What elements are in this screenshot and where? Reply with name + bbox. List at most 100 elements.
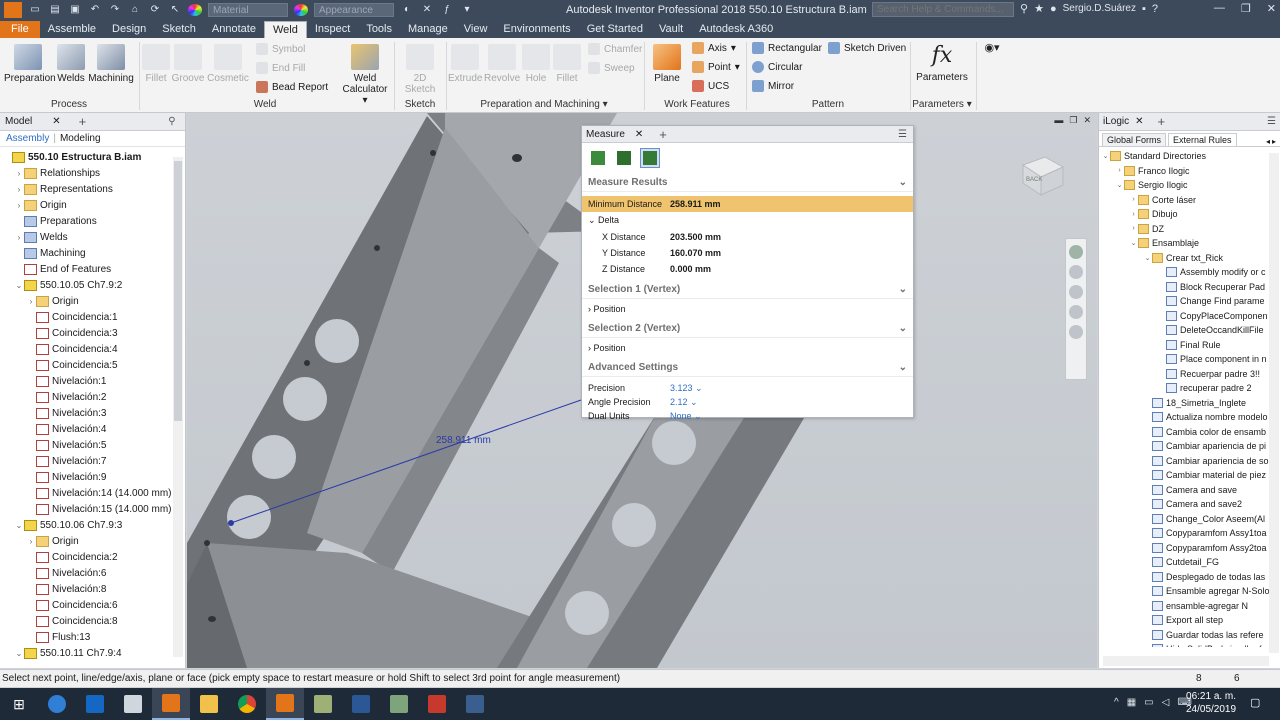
model-tab[interactable]: Model <box>5 116 32 127</box>
parameters-group-label[interactable]: Parameters ▾ <box>910 99 974 110</box>
adjust-icon[interactable]: ◐ <box>400 4 414 16</box>
expand-toggle-icon[interactable]: › <box>1129 196 1138 203</box>
selection-1-section[interactable]: Selection 1 (Vertex) ⌄ <box>582 280 913 299</box>
tree-node[interactable]: Nivelación:9 <box>0 469 185 485</box>
tab-design[interactable]: Design <box>104 21 154 38</box>
angle-precision-select[interactable]: 2.12 ⌄ <box>670 397 698 408</box>
tree-node[interactable]: Machining <box>0 245 185 261</box>
binoculars-icon[interactable]: ⚲ <box>1020 2 1028 15</box>
rule-item[interactable]: Change Find parame <box>1099 294 1280 309</box>
rules-horizontal-scrollbar[interactable] <box>1103 656 1269 666</box>
rule-folder[interactable]: ⌄ Sergio Ilogic <box>1099 178 1280 193</box>
rule-item[interactable]: Copyparamfom Assy1toa <box>1099 526 1280 541</box>
minimize-icon[interactable]: — <box>1214 2 1225 15</box>
selection-point-1[interactable] <box>228 520 234 526</box>
fillet-weld-button[interactable]: Fillet <box>142 42 170 84</box>
rule-item[interactable]: Camera and save <box>1099 483 1280 498</box>
rectangular-pattern-button[interactable]: Rectangular <box>752 42 822 54</box>
rule-item[interactable]: Cambia color de ensamb <box>1099 425 1280 440</box>
fillet-button[interactable]: Fillet <box>552 42 582 84</box>
rule-folder[interactable]: › Franco Ilogic <box>1099 164 1280 179</box>
search-input[interactable] <box>872 2 1014 17</box>
tab-manage[interactable]: Manage <box>400 21 456 38</box>
star-icon[interactable]: ★ <box>1034 2 1044 15</box>
tree-node[interactable]: ⌄ 550.10.05 Ch7.9:2 <box>0 277 185 293</box>
rule-item[interactable]: Cutdetail_FG <box>1099 555 1280 570</box>
tree-node[interactable]: › Origin <box>0 533 185 549</box>
menu-icon[interactable]: ☰ <box>898 129 907 140</box>
measure-distance-button[interactable] <box>588 148 608 168</box>
taskbar-word[interactable] <box>342 688 380 720</box>
rule-item[interactable]: 18_Simetria_Inglete <box>1099 396 1280 411</box>
expand-toggle-icon[interactable]: › <box>14 169 24 178</box>
home-icon[interactable]: ⌂ <box>128 4 142 16</box>
expand-toggle-icon[interactable]: › <box>14 201 24 210</box>
taskbar-photoshop[interactable] <box>114 688 152 720</box>
rule-folder[interactable]: › DZ <box>1099 222 1280 237</box>
tab-vault[interactable]: Vault <box>651 21 691 38</box>
tree-node[interactable]: › Welds <box>0 229 185 245</box>
tab-autodesk-a360[interactable]: Autodesk A360 <box>691 21 781 38</box>
close-icon[interactable]: ✕ <box>52 116 60 127</box>
expand-toggle-icon[interactable]: ⌄ <box>1101 152 1110 160</box>
taskbar-photos[interactable] <box>456 688 494 720</box>
rule-item[interactable]: Place component in n <box>1099 352 1280 367</box>
rule-item[interactable]: Camera and save2 <box>1099 497 1280 512</box>
tree-node[interactable]: Nivelación:7 <box>0 453 185 469</box>
measure-results-section[interactable]: Measure Results ⌄ <box>582 173 913 192</box>
rule-item[interactable]: Copyparamfom Assy2toa <box>1099 541 1280 556</box>
new-icon[interactable]: ▭ <box>28 4 42 16</box>
look-at-icon[interactable] <box>1069 325 1083 339</box>
browser-scrollbar[interactable] <box>173 157 183 657</box>
material-select[interactable]: Material <box>208 3 288 17</box>
symbol-button[interactable]: Symbol <box>256 43 305 55</box>
ribbon-options-button[interactable]: ◉▾ <box>980 41 1004 54</box>
expand-toggle-icon[interactable]: › <box>14 233 24 242</box>
global-forms-tab[interactable]: Global Forms <box>1102 133 1167 146</box>
circular-pattern-button[interactable]: Circular <box>752 61 802 73</box>
taskbar-inventor[interactable] <box>152 688 190 720</box>
tab-weld[interactable]: Weld <box>263 21 307 38</box>
rule-item[interactable]: Cambiar material de piez <box>1099 468 1280 483</box>
appearance-select[interactable]: Appearance <box>314 3 394 17</box>
taskbar-app-2[interactable] <box>380 688 418 720</box>
groove-button[interactable]: Groove <box>171 42 205 84</box>
bead-report-button[interactable]: Bead Report <box>256 81 328 93</box>
cosmetic-button[interactable]: Cosmetic <box>206 42 250 84</box>
rule-item[interactable]: CopyPlaceComponen <box>1099 309 1280 324</box>
expand-toggle-icon[interactable]: › <box>26 537 36 546</box>
tab-inspect[interactable]: Inspect <box>307 21 358 38</box>
user-name[interactable]: Sergio.D.Suárez <box>1063 3 1136 14</box>
external-rules-tab[interactable]: External Rules <box>1168 133 1237 146</box>
plane-button[interactable]: Plane <box>650 42 684 84</box>
volume-icon[interactable]: ◁ <box>1162 697 1170 708</box>
start-button[interactable]: ⊞ <box>0 688 38 720</box>
expand-toggle-icon[interactable]: › <box>1129 225 1138 232</box>
rule-folder[interactable]: ⌄ Ensamblaje <box>1099 236 1280 251</box>
tree-node[interactable]: Nivelación:5 <box>0 437 185 453</box>
rule-item[interactable]: Assembly modify or c <box>1099 265 1280 280</box>
expand-toggle-icon[interactable]: › <box>1115 167 1124 174</box>
expand-toggle-icon[interactable]: ⌄ <box>14 281 24 290</box>
browser-scroll-thumb[interactable] <box>174 161 182 421</box>
rule-item[interactable]: Desplegado de todas las <box>1099 570 1280 585</box>
sketch-2d-button[interactable]: 2D Sketch <box>398 42 442 95</box>
appearance-icon[interactable] <box>294 4 308 16</box>
axis-button[interactable]: Axis ▾ <box>692 42 736 54</box>
steering-wheel-icon[interactable] <box>1069 245 1083 259</box>
tree-node[interactable]: › Representations <box>0 181 185 197</box>
tree-node[interactable]: ⌄ 550.10.11 Ch7.9:4 <box>0 645 185 661</box>
close-icon[interactable]: ✕ <box>1135 116 1143 127</box>
expand-toggle-icon[interactable]: › <box>1129 211 1138 218</box>
tree-node[interactable]: Nivelación:14 (14.000 mm) <box>0 485 185 501</box>
selection-2-position[interactable]: › Position <box>582 338 913 358</box>
hole-button[interactable]: Hole <box>522 42 550 84</box>
tree-node[interactable]: Nivelación:1 <box>0 373 185 389</box>
rule-folder[interactable]: › Dibujo <box>1099 207 1280 222</box>
color-wheel-icon[interactable] <box>188 4 202 16</box>
rule-folder[interactable]: › Corte láser <box>1099 193 1280 208</box>
rule-item[interactable]: recuperar padre 2 <box>1099 381 1280 396</box>
tab-file[interactable]: File <box>0 21 40 38</box>
precision-select[interactable]: 3.123 ⌄ <box>670 383 703 394</box>
extrude-button[interactable]: Extrude <box>448 42 482 84</box>
